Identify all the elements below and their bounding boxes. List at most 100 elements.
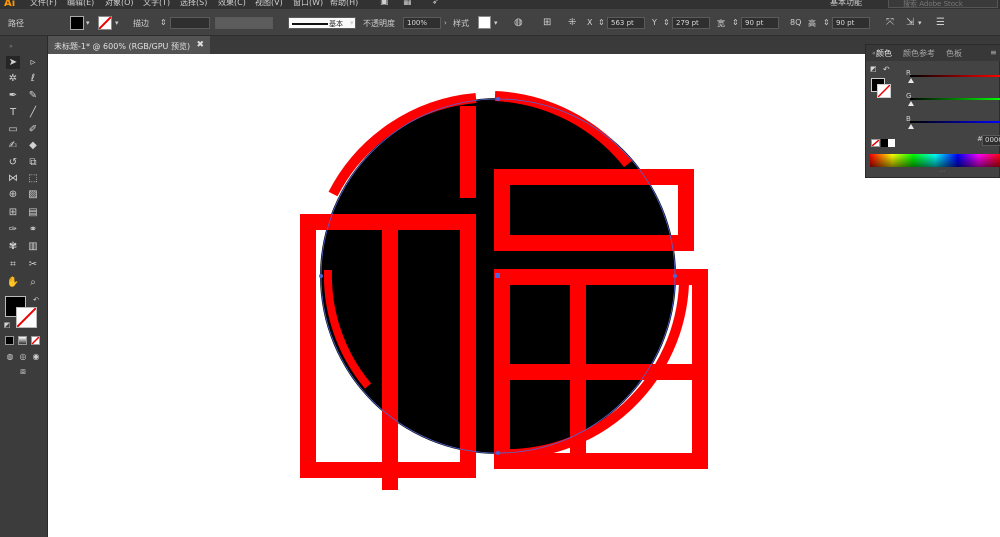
stroke-label[interactable]: 描边 xyxy=(133,18,149,29)
variable-width-field[interactable] xyxy=(215,17,273,29)
menu-effect[interactable]: 效果(C) xyxy=(218,0,246,8)
right-top-box-top[interactable] xyxy=(494,169,694,185)
none-color-icon[interactable] xyxy=(871,139,880,147)
anchor-point-bottom[interactable] xyxy=(496,451,500,455)
slice-tool-icon[interactable]: ✂ xyxy=(26,258,40,271)
bridge-icon[interactable]: ▣ xyxy=(380,0,389,7)
menu-type[interactable]: 文字(T) xyxy=(143,0,170,8)
none-mode-icon[interactable] xyxy=(31,336,40,345)
draw-behind-icon[interactable]: ◎ xyxy=(16,350,30,363)
left-box-top-side[interactable] xyxy=(300,214,476,230)
height-stepper-icon[interactable]: ⇕ xyxy=(823,17,830,29)
stroke-swatch[interactable] xyxy=(98,16,112,30)
zoom-tool-icon[interactable]: ⌕ xyxy=(26,276,40,289)
hand-tool-icon[interactable]: ✋ xyxy=(6,276,20,289)
artboard-tool-icon[interactable]: ⌗ xyxy=(6,258,20,271)
width-field[interactable]: 90 pt xyxy=(741,17,779,29)
lasso-tool-icon[interactable]: ℓ xyxy=(26,72,40,85)
paintbrush-tool-icon[interactable]: ✐ xyxy=(26,123,40,136)
right-top-box-bottom[interactable] xyxy=(494,235,694,251)
rotate-tool-icon[interactable]: ↺ xyxy=(6,156,20,169)
panel-menu-icon[interactable]: ☰ xyxy=(936,17,945,29)
height-field[interactable]: 90 pt xyxy=(832,17,870,29)
transform-icon[interactable]: ⤧ xyxy=(886,17,894,29)
tian-bottom[interactable] xyxy=(494,453,708,469)
white-color-icon[interactable] xyxy=(888,139,895,147)
stroke-dropdown-icon[interactable]: ▾ xyxy=(115,17,119,29)
blend-tool-icon[interactable]: ⚭ xyxy=(26,223,40,236)
style-label[interactable]: 样式 xyxy=(453,18,469,29)
type-tool-icon[interactable]: T xyxy=(6,106,20,119)
anchor-point-right[interactable] xyxy=(673,274,677,278)
width-tool-icon[interactable]: ⋈ xyxy=(6,172,20,185)
reference-point-icon[interactable]: ⁜ xyxy=(568,17,576,29)
anchor-point-top[interactable] xyxy=(496,97,500,101)
gradient-mode-icon[interactable] xyxy=(18,336,27,345)
curvature-tool-icon[interactable]: ✎ xyxy=(26,89,40,102)
stock-search-input[interactable]: 搜索 Adobe Stock xyxy=(888,0,998,8)
panel-stroke-swatch[interactable] xyxy=(877,84,891,98)
menu-window[interactable]: 窗口(W) xyxy=(293,0,323,8)
constrain-proportions-icon[interactable]: 8Q xyxy=(790,18,801,27)
symbol-sprayer-tool-icon[interactable]: ✾ xyxy=(6,240,20,253)
y-field[interactable]: 279 pt xyxy=(672,17,710,29)
stroke-weight-field[interactable] xyxy=(170,17,210,29)
panel-resize-grip-icon[interactable]: ⋯ xyxy=(939,168,945,175)
draw-normal-icon[interactable]: ◍ xyxy=(3,350,17,363)
brush-profile-field[interactable]: 基本 xyxy=(288,17,356,29)
green-slider-thumb[interactable] xyxy=(908,101,914,106)
opacity-label[interactable]: 不透明度 xyxy=(363,18,395,29)
style-dropdown-icon[interactable]: ▾ xyxy=(494,17,498,29)
default-fill-stroke-icon[interactable]: ◩ xyxy=(2,319,12,332)
menu-select[interactable]: 选择(S) xyxy=(180,0,207,8)
swap-icon[interactable]: ↶ xyxy=(883,65,890,74)
align-icon[interactable]: ⊞ xyxy=(543,17,551,29)
draw-inside-icon[interactable]: ◉ xyxy=(29,350,43,363)
opacity-field[interactable]: 100% xyxy=(403,17,441,29)
toolbar-stroke-swatch[interactable] xyxy=(16,307,37,328)
left-radical-top-stroke[interactable] xyxy=(460,106,476,198)
toolbar-collapse-icon[interactable]: » xyxy=(4,40,18,53)
brush-profile-dropdown-icon[interactable]: ▾ xyxy=(350,17,354,29)
gpu-rocket-icon[interactable]: ➶ xyxy=(432,0,440,7)
artboard-canvas[interactable] xyxy=(48,54,1000,537)
default-colors-icon[interactable]: ◩ xyxy=(870,65,877,73)
rectangle-tool-icon[interactable]: ▭ xyxy=(6,123,20,136)
eraser-tool-icon[interactable]: ◆ xyxy=(26,139,40,152)
swap-fill-stroke-icon[interactable]: ↶ xyxy=(31,294,41,307)
tab-swatches[interactable]: 色板 xyxy=(946,48,962,59)
gradient-tool-icon[interactable]: ▤ xyxy=(26,206,40,219)
selection-center-point[interactable] xyxy=(495,273,500,278)
workspace-switcher[interactable]: 基本功能 xyxy=(830,0,862,8)
anchor-point-left[interactable] xyxy=(319,274,323,278)
isolate-dropdown-icon[interactable]: ▾ xyxy=(918,17,922,29)
column-graph-tool-icon[interactable]: ▥ xyxy=(26,240,40,253)
red-slider[interactable] xyxy=(910,75,1000,77)
left-box-left-side[interactable] xyxy=(300,214,316,478)
free-transform-tool-icon[interactable]: ⬚ xyxy=(26,172,40,185)
x-stepper-icon[interactable]: ⇕ xyxy=(598,17,605,29)
close-tab-icon[interactable]: ✖ xyxy=(196,40,204,50)
perspective-tool-icon[interactable]: ▨ xyxy=(26,188,40,201)
magic-wand-tool-icon[interactable]: ✲ xyxy=(6,72,20,85)
blue-slider-thumb[interactable] xyxy=(908,124,914,129)
left-box-right-side[interactable] xyxy=(460,214,476,478)
menu-edit[interactable]: 编辑(E) xyxy=(67,0,94,8)
document-tab[interactable]: 未标题-1* @ 600% (RGB/GPU 预览) ✖ xyxy=(48,36,210,54)
right-top-box-right[interactable] xyxy=(678,169,694,251)
arrange-documents-icon[interactable]: ▦ xyxy=(403,0,412,7)
isolate-icon[interactable]: ⇲ xyxy=(906,17,914,29)
color-mode-icon[interactable] xyxy=(5,336,14,345)
mesh-tool-icon[interactable]: ⊞ xyxy=(6,206,20,219)
width-stepper-icon[interactable]: ⇕ xyxy=(732,17,739,29)
black-color-icon[interactable] xyxy=(881,139,888,147)
tab-color-guide[interactable]: 颜色参考 xyxy=(903,48,935,59)
fill-dropdown-icon[interactable]: ▾ xyxy=(86,17,90,29)
green-slider[interactable] xyxy=(910,98,1000,100)
blue-slider[interactable] xyxy=(910,121,1000,123)
shaper-tool-icon[interactable]: ✍ xyxy=(6,139,20,152)
x-field[interactable]: 563 pt xyxy=(607,17,645,29)
red-slider-thumb[interactable] xyxy=(908,78,914,83)
screen-mode-icon[interactable]: ⧈ xyxy=(16,366,30,379)
artwork-svg[interactable] xyxy=(48,54,1000,537)
